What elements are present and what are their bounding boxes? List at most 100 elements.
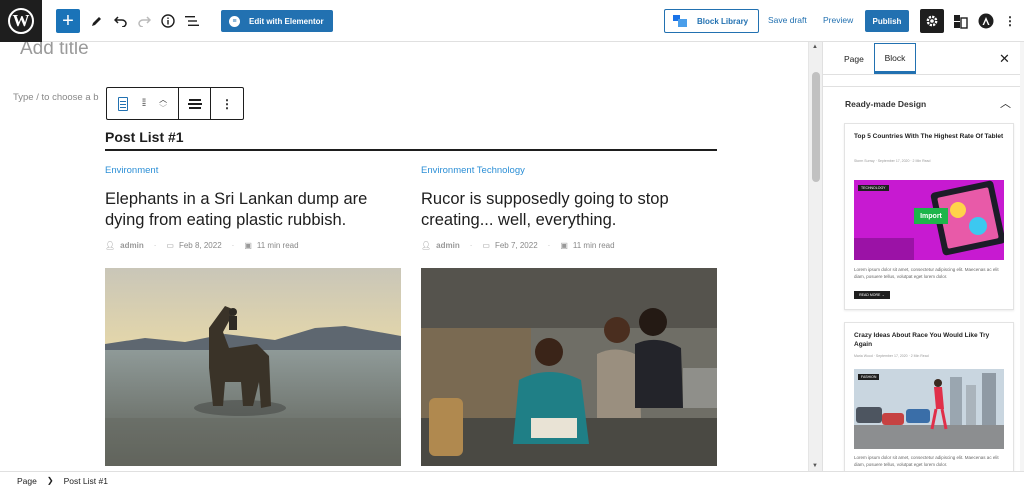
save-draft-button[interactable]: Save draft (768, 15, 807, 25)
design-title: Top 5 Countries With The Highest Rate Of… (854, 133, 1004, 140)
design-meta: Maria Wood · September 17, 2020 · 2 Min … (854, 354, 929, 358)
editor-canvas: Add title Type / to choose a b ⁞⁞ ︿ ﹀ ⋮ … (0, 42, 822, 471)
calendar-icon: ▭ (482, 241, 490, 250)
redo-icon (137, 15, 151, 27)
block-toolbar-group: ⁞⁞ ︿ ﹀ (107, 88, 179, 119)
undo-button[interactable] (108, 9, 132, 33)
panel-title[interactable]: Ready-made Design (845, 99, 926, 109)
sidebar-tabs: Page Block ✕ (823, 42, 1024, 75)
post-featured-image[interactable] (105, 268, 401, 466)
meta-separator: · (469, 241, 473, 250)
design-excerpt: Lorem ipsum dolor sit amet, consectetur … (854, 267, 999, 279)
post-date: Feb 7, 2022 (494, 241, 538, 250)
publish-button[interactable]: Publish (865, 10, 909, 32)
scrollbar-thumb[interactable] (812, 72, 820, 182)
block-library-label: Block Library (697, 16, 749, 26)
post-meta: 👤︎ admin · ▭ Feb 8, 2022 · ▣ 11 min read (105, 241, 401, 250)
design-badge: FASHION (858, 374, 880, 380)
calendar-icon: ▭ (166, 241, 174, 250)
wordpress-logo-button[interactable]: W (0, 0, 42, 42)
move-block-control[interactable]: ︿ ﹀ (159, 95, 167, 113)
post-author[interactable]: admin (436, 241, 460, 250)
gear-icon (926, 15, 938, 27)
heading-divider (105, 149, 717, 151)
block-library-button[interactable]: Block Library (664, 9, 759, 33)
post-category-link[interactable]: Environment (105, 165, 401, 176)
undo-icon (113, 15, 127, 27)
post-featured-image[interactable] (421, 268, 717, 466)
edit-with-elementor-label: Edit with Elementor (249, 16, 324, 26)
elementor-icon: ≡ (229, 15, 240, 27)
tab-page[interactable]: Page (844, 54, 864, 64)
chevron-right-icon: ❯ (46, 476, 54, 485)
block-options-button[interactable]: ⋮ (211, 88, 243, 119)
pencil-icon (91, 16, 101, 26)
close-icon: ✕ (999, 51, 1010, 66)
info-icon (161, 14, 175, 28)
post-list-block-icon[interactable] (117, 96, 128, 111)
post-date: Feb 8, 2022 (178, 241, 222, 250)
block-appender-hint[interactable]: Type / to choose a b (13, 92, 99, 103)
meta-separator: · (153, 241, 157, 250)
post-category-link[interactable]: Environment Technology (421, 165, 717, 176)
editor-app: W + ≡ Edit with Elementor Block Library (0, 0, 1024, 489)
settings-button[interactable] (920, 9, 944, 33)
elephant-photo (105, 268, 401, 466)
meta-separator: · (231, 241, 235, 250)
wordpress-icon: W (8, 8, 34, 34)
tab-block[interactable]: Block (874, 43, 916, 74)
more-vertical-icon: ⋮ (221, 96, 233, 111)
plus-icon: + (62, 10, 74, 32)
editor-scrollbar[interactable]: ▲ ▼ (808, 42, 822, 471)
settings-sidebar: Page Block ✕ Ready-made Design ︿ Top 5 C… (822, 42, 1024, 471)
edit-with-elementor-button[interactable]: ≡ Edit with Elementor (221, 10, 333, 32)
details-button[interactable] (156, 9, 180, 33)
post-title-link[interactable]: Rucor is supposedly going to stop creati… (421, 189, 717, 231)
astra-button[interactable] (974, 9, 998, 33)
redo-button[interactable] (132, 9, 156, 33)
import-button[interactable]: Import (914, 208, 948, 224)
breadcrumb: Page ❯ Post List #1 (0, 471, 1024, 489)
design-card[interactable]: Top 5 Countries With The Highest Rate Of… (844, 123, 1014, 310)
title-input[interactable]: Add title (20, 42, 89, 60)
meta-separator: · (547, 241, 551, 250)
design-card[interactable]: Crazy Ideas About Race You Would Like Tr… (844, 322, 1014, 471)
tools-button[interactable] (84, 9, 108, 33)
panel-divider (823, 86, 1024, 87)
post-card: Environment Elephants in a Sri Lankan du… (105, 165, 401, 250)
design-preview-image: TECHNOLOGY Import (854, 180, 1004, 260)
block-patterns-button[interactable] (948, 9, 972, 33)
read-more-button: READ MORE → (854, 291, 890, 299)
chevron-up-icon[interactable]: ︿ (159, 95, 167, 104)
post-meta: 👤︎ admin · ▭ Feb 7, 2022 · ▣ 11 min read (421, 241, 717, 250)
clock-icon: ▣ (244, 241, 252, 250)
sidebar-scrollbar[interactable] (1020, 42, 1024, 471)
design-title: Crazy Ideas About Race You Would Like Tr… (854, 332, 990, 348)
more-vertical-icon: ⋮ (1004, 14, 1016, 28)
breadcrumb-item-page[interactable]: Page (17, 476, 37, 486)
post-title-link[interactable]: Elephants in a Sri Lankan dump are dying… (105, 189, 401, 231)
clock-icon: ▣ (560, 241, 568, 250)
students-photo (421, 268, 717, 466)
list-view-button[interactable] (180, 9, 204, 33)
runner-photo (854, 369, 1004, 449)
user-icon: 👤︎ (105, 241, 116, 250)
block-library-icon (673, 15, 687, 27)
drag-handle-icon[interactable]: ⁞⁞ (142, 98, 146, 109)
align-wide-icon (187, 98, 202, 109)
add-block-button[interactable]: + (56, 9, 80, 33)
align-button[interactable] (179, 88, 211, 119)
scroll-down-icon[interactable]: ▼ (812, 463, 818, 469)
chevron-up-icon[interactable]: ︿ (1000, 95, 1011, 111)
chevron-down-icon[interactable]: ﹀ (159, 104, 167, 113)
preview-button[interactable]: Preview (823, 15, 853, 25)
scroll-up-icon[interactable]: ▲ (812, 44, 818, 50)
astra-icon (978, 13, 994, 29)
post-author[interactable]: admin (120, 241, 144, 250)
breadcrumb-item-post-list[interactable]: Post List #1 (64, 476, 108, 486)
blocks-icon (953, 14, 968, 29)
top-toolbar: W + ≡ Edit with Elementor Block Library (0, 0, 1024, 42)
close-sidebar-button[interactable]: ✕ (999, 51, 1010, 67)
user-icon: 👤︎ (421, 241, 432, 250)
options-button[interactable]: ⋮ (998, 9, 1022, 33)
